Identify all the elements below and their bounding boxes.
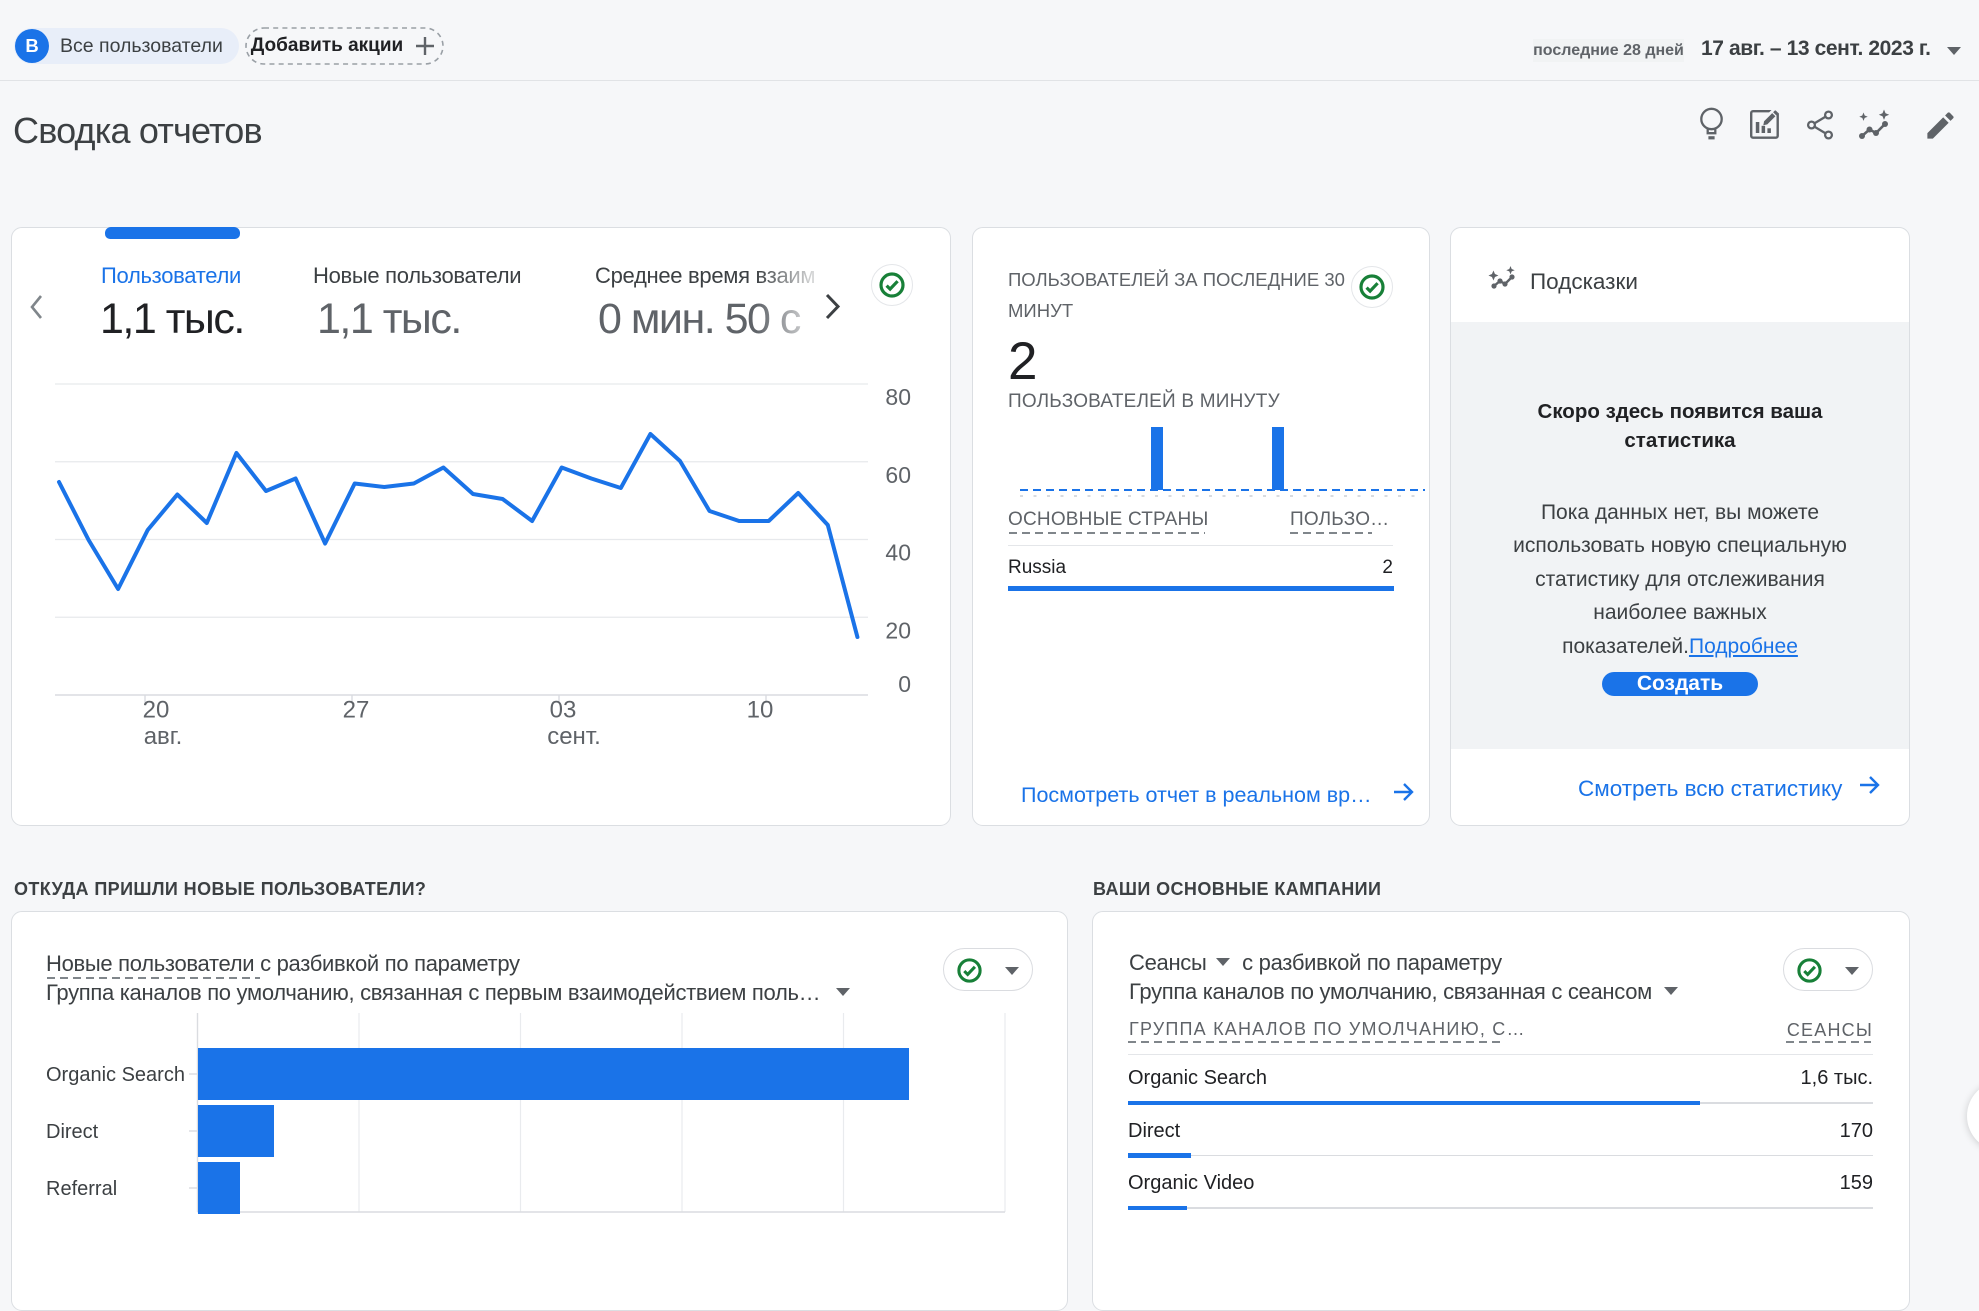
svg-text:Referral: Referral bbox=[46, 1178, 117, 1200]
svg-text:80: 80 bbox=[885, 384, 911, 410]
svg-text:Direct: Direct bbox=[46, 1121, 99, 1143]
svg-text:сент.: сент. bbox=[547, 723, 601, 750]
svg-text:0: 0 bbox=[898, 671, 911, 697]
svg-text:60: 60 bbox=[885, 462, 911, 488]
svg-text:03: 03 bbox=[550, 697, 577, 724]
svg-text:Organic Search: Organic Search bbox=[46, 1064, 185, 1086]
svg-text:40: 40 bbox=[885, 540, 911, 566]
svg-text:27: 27 bbox=[343, 697, 370, 724]
svg-text:10: 10 bbox=[747, 697, 774, 724]
svg-text:20: 20 bbox=[143, 697, 170, 724]
svg-text:20: 20 bbox=[885, 617, 911, 643]
svg-text:авг.: авг. bbox=[144, 723, 183, 750]
